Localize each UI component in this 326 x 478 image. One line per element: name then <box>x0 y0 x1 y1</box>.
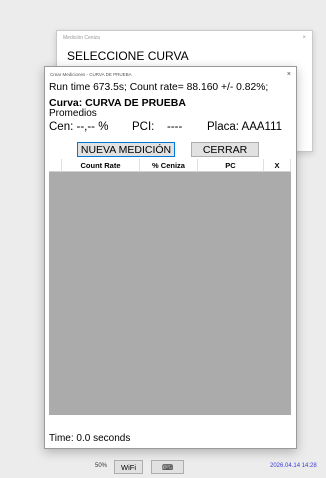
crear-mediciones-window: Crear Mediciones - CURVA DE PRUEBA × Run… <box>44 66 297 449</box>
close-icon[interactable]: × <box>287 71 291 78</box>
measurements-grid[interactable]: Count Rate % Ceniza PC X <box>49 159 291 415</box>
window-titlebar: Crear Mediciones - CURVA DE PRUEBA × <box>45 67 296 81</box>
column-header-pc[interactable]: PC <box>198 159 264 172</box>
window-title: Crear Mediciones - CURVA DE PRUEBA <box>50 71 132 77</box>
keyboard-icon[interactable]: ⌨ <box>151 460 184 474</box>
background-window-title: Medición Ceniza <box>63 35 100 41</box>
elapsed-time-label: Time: 0.0 seconds <box>49 433 131 444</box>
placa-value: Placa: AAA111 <box>207 121 283 133</box>
nueva-medicion-button[interactable]: NUEVA MEDICIÓN <box>77 142 175 157</box>
promedios-label: Promedios <box>49 108 97 119</box>
pci-value: ---- <box>167 121 183 133</box>
column-header-x[interactable]: X <box>264 159 291 172</box>
run-time-status: Run time 673.5s; Count rate= 88.160 +/- … <box>49 82 269 93</box>
select-curve-heading: SELECCIONE CURVA <box>67 49 189 63</box>
grid-header-row-selector <box>49 159 62 172</box>
background-titlebar: Medición Ceniza × <box>57 31 312 45</box>
column-header-count-rate[interactable]: Count Rate <box>62 159 140 172</box>
taskbar: 50% WiFi ⌨ 2026.04.14 14:28 <box>0 458 326 478</box>
column-header-ceniza[interactable]: % Ceniza <box>140 159 198 172</box>
ceniza-value: Cen: --,-- % <box>49 121 109 133</box>
wifi-button[interactable]: WiFi <box>114 460 143 474</box>
pci-label: PCI: <box>132 121 155 133</box>
cerrar-button[interactable]: CERRAR <box>191 142 259 157</box>
close-icon[interactable]: × <box>302 35 306 41</box>
zoom-level: 50% <box>95 463 108 469</box>
datetime: 2026.04.14 14:28 <box>270 463 317 469</box>
grid-header: Count Rate % Ceniza PC X <box>49 159 291 172</box>
